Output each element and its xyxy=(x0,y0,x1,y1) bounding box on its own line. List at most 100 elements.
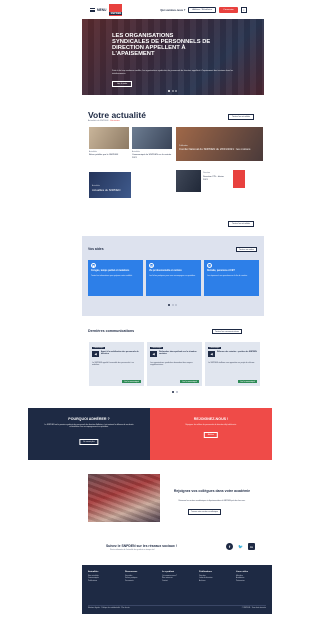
colleagues-photo xyxy=(88,474,160,522)
aide-title: Congés, temps partiel et mutations xyxy=(91,270,130,272)
footer-column: Actualités Nos actualités Communiqués Pu… xyxy=(88,571,122,582)
why-join-block: POURQUOI ADHÉRER ? Le SNPDEN est le prem… xyxy=(28,408,150,460)
aide-desc: Toutes les informations pour préparer vo… xyxy=(91,274,133,277)
login-button[interactable]: Connexion xyxy=(219,7,238,13)
aides-section: Vos aides Toutes vos aides ▣ Congés, tem… xyxy=(82,236,264,316)
adherer-header-button[interactable]: Adhérer / Réadhérer xyxy=(188,7,217,13)
news-card-image[interactable]: Actualités Actualités du SNPDEN xyxy=(89,172,131,198)
hamburger-icon xyxy=(90,8,95,12)
megaphone-icon: ◀ xyxy=(92,351,99,357)
communication-card[interactable]: Communiqué ◀ Réforme des retraites : pos… xyxy=(205,342,260,386)
aide-card[interactable]: ▤ Vie professionnelle et carrière Les fi… xyxy=(146,260,201,296)
carousel-dot[interactable] xyxy=(171,304,174,306)
footer-link[interactable]: Contact xyxy=(162,580,196,582)
news-card-meta: Direction xyxy=(203,172,211,174)
site-logo[interactable]: SNPDEN xyxy=(109,4,123,16)
communication-card[interactable]: Communiqué ◀ Déclaration intersyndicale … xyxy=(147,342,202,386)
all-communications-button[interactable]: Toutes les communications xyxy=(212,329,243,334)
twitter-icon[interactable]: 🐦 xyxy=(237,543,244,550)
read-communication-button[interactable]: Lire le communiqué xyxy=(122,380,141,383)
linkedin-icon[interactable]: in xyxy=(248,543,255,550)
social-subtitle: Restez informés de l'actualité du syndic… xyxy=(110,549,155,551)
read-communication-button[interactable]: Lire le communiqué xyxy=(238,380,257,383)
communication-badge: Communiqué xyxy=(150,346,164,350)
news-card-title[interactable]: Direction 275 - février 2021 xyxy=(203,176,229,182)
footer-heading: Liens utiles xyxy=(236,571,249,573)
why-join-title: POURQUOI ADHÉRER ? xyxy=(68,417,110,421)
communications-title: Dernières communications xyxy=(88,329,135,333)
carousel-dot[interactable] xyxy=(175,391,178,393)
all-aides-button[interactable]: Toutes vos aides xyxy=(236,247,257,252)
communication-text: Les organisations syndicales demandent d… xyxy=(150,362,193,367)
actualite-subtitle: Actualités du SNPDEN · Voir toutes xyxy=(88,120,120,122)
communication-text: Le SNPDEN réaffirme son opposition au pr… xyxy=(208,362,255,364)
hero-read-more-button[interactable]: Lire la suite xyxy=(112,81,133,87)
carousel-dot[interactable] xyxy=(172,391,174,393)
megaphone-icon: ◀ xyxy=(208,351,215,357)
communication-card[interactable]: Communiqué ◀ Appel à la mobilisation des… xyxy=(89,342,144,386)
legal-links[interactable]: Mentions légales · Politique de confiden… xyxy=(88,608,130,609)
briefcase-icon: ▤ xyxy=(149,263,154,268)
actualite-subtitle-text: Actualités du SNPDEN xyxy=(88,120,109,122)
footer-link[interactable]: Documents xyxy=(125,580,159,582)
aide-title: Retraite, pensions et CET xyxy=(207,270,235,272)
news-card-featured[interactable]: Publication Comité National du SNPDEN du… xyxy=(176,127,263,161)
footer-link[interactable]: Partenaires xyxy=(236,580,270,582)
all-news-bottom-button[interactable]: Toutes les actualités xyxy=(228,221,255,227)
aide-desc: Les réponses à vos questions sur la fin … xyxy=(207,274,248,277)
communication-heading: Appel à la mobilisation des personnels d… xyxy=(101,351,139,356)
footer-link[interactable]: Archives xyxy=(199,580,233,582)
social-icons: f 🐦 in xyxy=(226,543,255,550)
why-join-text: Le SNPDEN est le premier syndicat des pe… xyxy=(44,424,134,429)
news-card-title: Actualités du SNPDEN xyxy=(92,188,121,192)
calendar-icon: ▣ xyxy=(91,263,96,268)
communication-heading: Déclaration intersyndicale sur la situat… xyxy=(159,351,197,356)
communications-carousel-dots xyxy=(172,391,178,393)
news-card-meta: Actualités xyxy=(132,151,140,153)
footer-column: Liens utiles Ministère Académies Partena… xyxy=(236,571,270,582)
footer-bottom-bar: Mentions légales · Politique de confiden… xyxy=(88,605,266,609)
hero-text: Suite à de trop nombreux conflits, les o… xyxy=(112,70,234,75)
news-card-title[interactable]: Brève publiée par le SNPDEN xyxy=(89,154,129,157)
hero-carousel-dots xyxy=(168,90,177,92)
footer-heading: Actualités xyxy=(88,571,99,573)
all-news-button[interactable]: Toutes les actualités xyxy=(228,114,255,120)
actualite-title: Votre actualité xyxy=(88,110,146,120)
carousel-dot[interactable] xyxy=(168,90,170,92)
copyright: © SNPDEN – Tous droits réservés xyxy=(241,608,266,609)
aides-carousel-dots xyxy=(168,304,177,306)
megaphone-icon: ◀ xyxy=(150,351,157,357)
footer-link[interactable]: Publications xyxy=(88,580,122,582)
communication-text: Le SNPDEN appelle l'ensemble des personn… xyxy=(92,362,134,367)
communication-badge: Communiqué xyxy=(208,346,222,350)
aide-title: Vie professionnelle et carrière xyxy=(149,270,182,272)
logo-text: SNPDEN xyxy=(109,12,123,15)
footer-column: Ressources Vos aides Fiches pratiques Do… xyxy=(125,571,159,582)
red-document-image[interactable] xyxy=(233,170,245,188)
read-communication-button[interactable]: Lire le communiqué xyxy=(180,380,199,383)
carousel-dot[interactable] xyxy=(168,304,170,306)
magazine-cover-image[interactable] xyxy=(176,170,201,192)
who-link[interactable]: Qui sommes-nous ? xyxy=(160,9,185,12)
aide-card[interactable]: ◷ Retraite, pensions et CET Les réponses… xyxy=(204,260,259,296)
join-button[interactable]: Adhérer xyxy=(203,432,219,438)
find-section-button[interactable]: Trouver votre section académique xyxy=(188,509,222,515)
search-icon[interactable]: ⌕ xyxy=(240,7,247,13)
carousel-dot[interactable] xyxy=(175,304,177,306)
footer-column: Publications Direction Lettre de directi… xyxy=(199,571,233,582)
aide-card[interactable]: ▣ Congés, temps partiel et mutations Tou… xyxy=(88,260,143,296)
social-title: Suivez le SNPDEN sur les réseaux sociaux… xyxy=(106,544,177,548)
news-card-image[interactable] xyxy=(89,127,129,149)
carousel-dot[interactable] xyxy=(171,90,174,92)
menu-button[interactable]: MENU xyxy=(90,8,106,12)
news-card-meta: Actualités xyxy=(92,185,100,187)
carousel-dot[interactable] xyxy=(175,90,177,92)
communication-badge: Communiqué xyxy=(92,346,106,350)
news-card-title[interactable]: Communiqué du SNPDEN sur la rentrée 2021 xyxy=(132,154,172,160)
actualite-subtitle-link[interactable]: · Voir toutes xyxy=(109,120,120,122)
news-card-image[interactable] xyxy=(132,127,172,149)
footer-heading: Publications xyxy=(199,571,213,573)
facebook-icon[interactable]: f xyxy=(226,543,233,550)
join-us-text: Rejoignez les milliers de personnels de … xyxy=(185,424,237,426)
learn-more-button[interactable]: En savoir plus xyxy=(79,439,99,445)
